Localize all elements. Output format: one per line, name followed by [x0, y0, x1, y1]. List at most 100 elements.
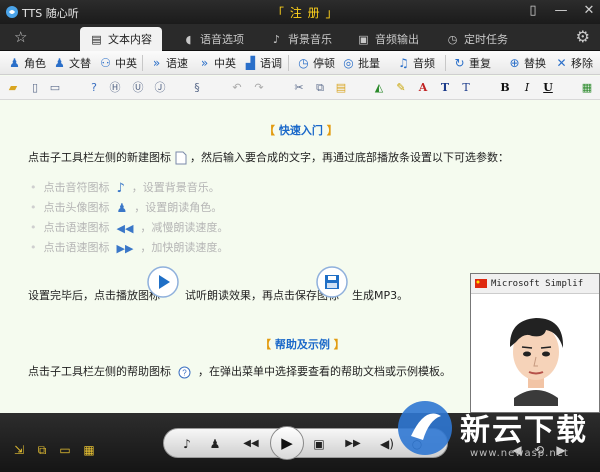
open-folder-icon[interactable]: ▰ — [6, 81, 20, 95]
tab-label: 背景音乐 — [288, 33, 332, 46]
play-icon — [147, 266, 179, 298]
minimize-icon[interactable]: — — [554, 3, 568, 19]
zh-en-button[interactable]: ⚇ 中英 — [99, 54, 137, 72]
play-button[interactable]: ▶ — [270, 426, 304, 460]
toolbar-label: 文替 — [69, 57, 91, 70]
redo-icon[interactable]: ↷ — [252, 81, 266, 95]
close-icon[interactable]: ✕ — [582, 3, 596, 19]
toolbar-divider — [288, 55, 289, 71]
option-text-pre: 点击头像图标 — [43, 201, 110, 214]
intro-text-pre: 点击子工具栏左侧的新建图标 — [28, 151, 171, 164]
quickstart-heading: 【 快速入门 】 — [264, 124, 338, 137]
replace-button[interactable]: ⊕ 替换 — [508, 54, 546, 72]
fill-color-icon[interactable]: ◭ — [372, 81, 386, 95]
person-icon[interactable]: ♟ — [206, 435, 224, 453]
fast-forward-icon: ▶▶ — [116, 241, 134, 255]
export-icon[interactable]: ⇲ — [12, 443, 26, 457]
music-note-icon: ♪ — [272, 32, 281, 46]
tag-icon[interactable]: ▭ — [58, 443, 72, 457]
cut-icon[interactable]: ✂ — [292, 81, 306, 95]
toolbar-label: 重复 — [469, 57, 491, 70]
u-icon[interactable]: Ⓤ — [131, 81, 145, 95]
help-icon[interactable]: ? — [87, 81, 101, 95]
font-size-up-icon[interactable]: T — [438, 81, 452, 95]
text-replace-button[interactable]: ♟ 文替 — [53, 54, 91, 72]
h-icon[interactable]: Ⓗ — [108, 81, 122, 95]
fast-forward-icon[interactable]: ▶▶ — [344, 435, 362, 453]
person-icon: ♟ — [116, 201, 128, 215]
title-bar: TTS 随心听 「 注 册 」 ▯ — ✕ — [0, 0, 600, 24]
zh-en-speed-button[interactable]: » 中英 — [198, 54, 236, 72]
volume-icon[interactable]: ◀) — [378, 435, 396, 453]
main-toolbar: ♟ 角色 ♟ 文替 ⚇ 中英 » 语速 » 中英 ▟ 语调 ◷ 停顿 ◎ 批量 ♫ 音频 ↻ 重复 … — [0, 51, 600, 75]
j-icon[interactable]: Ⓙ — [153, 81, 167, 95]
tts-logo-icon — [6, 6, 18, 18]
audio-output-icon: ▣ — [358, 32, 369, 46]
role-button[interactable]: ♟ 角色 — [8, 54, 46, 72]
intro-text-post: ，然后输入要合成的文字，再通过底部播放条设置以下可选参数： — [190, 151, 509, 164]
option-text-post: ，减慢朗读速度。 — [140, 221, 229, 234]
rewind-icon: ◀◀ — [116, 221, 134, 235]
highlighter-icon[interactable]: ✎ — [394, 81, 408, 95]
new-document-icon — [175, 151, 186, 165]
help-title: 帮助及示例 — [274, 338, 330, 351]
register-link[interactable]: 「 注 册 」 — [272, 4, 338, 21]
rewind-icon[interactable]: ◀◀ — [242, 435, 260, 453]
finish-line: 设置完毕后，点击播放图标 — [28, 287, 160, 303]
tab-scheduled-task[interactable]: ◷ 定时任务 — [446, 27, 508, 51]
tab-audio-output[interactable]: ▣ 音频输出 — [357, 27, 419, 51]
avatar-window[interactable]: Microsoft Simplif — [470, 273, 600, 413]
option-line-fast: • 点击语速图标 ▶▶ ，加快朗读速度。 — [30, 241, 229, 255]
speed-button[interactable]: » 语速 — [150, 54, 188, 72]
copy-files-icon[interactable]: ⧉ — [35, 443, 49, 457]
batch-button[interactable]: ◎ 批量 — [342, 54, 380, 72]
italic-button[interactable]: I — [520, 81, 534, 95]
format-toolbar: ▰ ▯ ▭ ? Ⓗ Ⓤ Ⓙ § ↶ ↷ ✂ ⧉ ▤ ◭ ✎ A T T B I … — [0, 76, 600, 100]
font-color-icon[interactable]: A — [416, 81, 430, 95]
toolbar-label: 语调 — [260, 57, 282, 70]
toolbar-label: 中英 — [115, 57, 137, 70]
tab-label: 文本内容 — [108, 33, 152, 46]
tab-bar: ☆ ▤ 文本内容 ◖ 语音选项 ♪ 背景音乐 ▣ 音频输出 ◷ 定时任务 ⚙ — [0, 24, 600, 51]
toolbar-divider — [445, 55, 446, 71]
audio-button[interactable]: ♫ 音频 — [397, 54, 435, 72]
save-icon[interactable]: ▣ — [310, 435, 328, 453]
font-size-down-icon[interactable]: T — [459, 81, 473, 95]
svg-text:?: ? — [182, 368, 187, 377]
paste-icon[interactable]: ▤ — [334, 81, 348, 95]
avatar-window-titlebar[interactable]: Microsoft Simplif — [471, 274, 599, 294]
calendar-icon[interactable]: ▦ — [82, 443, 96, 457]
pause-button[interactable]: ◷ 停顿 — [297, 54, 335, 72]
star-icon[interactable]: ☆ — [14, 28, 27, 46]
tab-text-content[interactable]: ▤ 文本内容 — [80, 27, 162, 51]
finish-line-c: 生成MP3。 — [352, 287, 408, 303]
pitch-button[interactable]: ▟ 语调 — [244, 54, 282, 72]
restore-icon[interactable]: ▯ — [526, 3, 540, 19]
repeat-button[interactable]: ↻ 重复 — [453, 54, 491, 72]
batch-icon: ◎ — [343, 56, 354, 70]
finish-text-a: 设置完毕后，点击播放图标 — [28, 289, 160, 302]
help-line: 点击子工具栏左侧的帮助图标 ? ，在弹出菜单中选择要查看的帮助文档或示例模板。 — [28, 363, 451, 379]
chat-icon: ◖ — [185, 32, 192, 46]
toolbar-divider — [142, 55, 143, 71]
speed-icon: » — [152, 56, 161, 70]
document-icon: ▤ — [91, 32, 102, 46]
toolbar-label: 替换 — [524, 57, 546, 70]
undo-icon[interactable]: ↶ — [230, 81, 244, 95]
avatar-face — [484, 302, 588, 406]
remove-button[interactable]: ✕ 移除 — [555, 54, 593, 72]
save-document-icon[interactable]: ▭ — [48, 81, 62, 95]
paperclip-icon[interactable]: § — [190, 81, 204, 95]
toolbar-label: 角色 — [24, 57, 46, 70]
help-heading: 【 帮助及示例 】 — [260, 338, 345, 351]
tab-voice-options[interactable]: ◖ 语音选项 — [182, 27, 244, 51]
copy-icon[interactable]: ⧉ — [313, 81, 327, 95]
table-icon[interactable]: ▦ — [580, 81, 594, 95]
gear-icon[interactable]: ⚙ — [576, 27, 590, 46]
music-note-icon[interactable]: ♪ — [178, 435, 196, 453]
bold-button[interactable]: B — [498, 81, 512, 95]
watermark-logo — [398, 401, 452, 455]
new-document-icon[interactable]: ▯ — [28, 81, 42, 95]
underline-button[interactable]: U — [541, 81, 555, 95]
tab-background-music[interactable]: ♪ 背景音乐 — [270, 27, 332, 51]
